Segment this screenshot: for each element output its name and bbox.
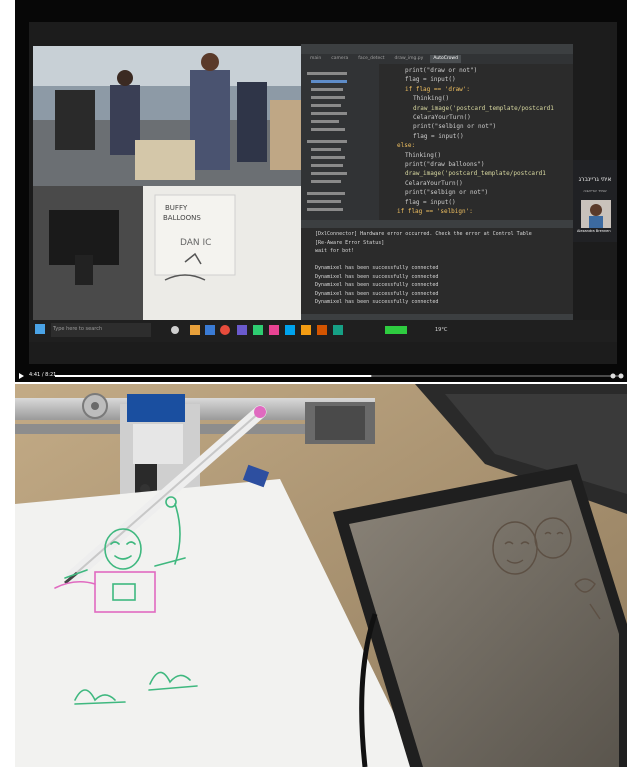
windows-taskbar [29, 320, 617, 342]
ide-tab[interactable]: face_detect [355, 55, 387, 63]
gear-icon[interactable] [618, 373, 624, 379]
taskbar-search-placeholder: Type here to search [53, 326, 103, 332]
code-line: draw_image('postcard_template/postcard1 [405, 170, 546, 178]
console-line: Dynamixel has been successfully connecte… [315, 273, 439, 280]
participant-subtitle: אמיר אריאבה [583, 188, 607, 193]
video-feed-robot: BUFFY BALLOONS DAN IC [33, 186, 301, 320]
console-line: [DxlConnector] Hardware error occurred. … [315, 231, 532, 237]
whiteboard-text-2: BALLOONS [163, 214, 201, 222]
code-line: flag = input() [405, 198, 456, 206]
progress-fill [55, 375, 372, 377]
volume-icon[interactable] [610, 373, 616, 379]
robot-scene [15, 384, 627, 767]
console-line: wait for bot! [315, 248, 355, 254]
console-line: Dynamixel has been successfully connecte… [315, 290, 439, 297]
ide-tab[interactable]: draw_img.py [391, 55, 426, 63]
whiteboard-text-3: DAN IC [180, 238, 211, 248]
robot-scene-svg [15, 384, 627, 767]
whiteboard-text-1: BUFFY [165, 204, 188, 212]
photo: BUFFY BALLOONS DAN IC main camera face_d… [0, 0, 633, 767]
ide-tab[interactable]: main [307, 55, 324, 63]
console-line: Dynamixel has been successfully connecte… [315, 282, 439, 288]
code-line: print("selbign or not") [405, 189, 489, 197]
ide-tab[interactable]: AutoCrowd [430, 55, 461, 63]
code-line: print("draw or not") [405, 67, 478, 74]
console-line: Dynamixel has been successfully connecte… [315, 299, 439, 305]
code-line: print("draw balloons") [405, 161, 485, 169]
code-line: if flag == 'selbign': [397, 208, 473, 216]
code-line: Thinking() [413, 95, 450, 103]
participant-tile-name: Alexandra Brennen [577, 229, 611, 233]
code-line: flag = input() [405, 76, 456, 84]
ide-tab[interactable]: camera [328, 55, 351, 63]
code-line: CelaraYourTurn() [413, 114, 471, 122]
video-time: 4:41 / 8:21 [29, 372, 57, 378]
code-line: CelaraYourTurn() [405, 179, 463, 187]
console-line: [Re-Aware Error Status] [315, 239, 385, 246]
monitor-screen: BUFFY BALLOONS DAN IC main camera face_d… [15, 0, 627, 382]
code-line: draw_image('postcard_template/postcard1 [413, 104, 554, 112]
code-line: Thinking() [405, 151, 442, 159]
windows-start-icon[interactable] [35, 324, 45, 334]
code-line: if flag == 'draw': [405, 85, 471, 93]
participant-name-heading: איתי גריינברג [578, 176, 612, 183]
console-line: Dynamixel has been successfully connecte… [315, 265, 439, 271]
taskbar-temperature: 19°C [435, 327, 448, 333]
run-console: [DxlConnector] Hardware error occurred. … [315, 230, 571, 312]
code-line: flag = input() [413, 132, 464, 140]
video-feed-hall [33, 46, 301, 186]
code-line: else: [397, 142, 416, 150]
ide-tab-bar: main camera face_detect draw_img.py AutoCrow… [307, 55, 571, 63]
code-editor[interactable]: print("draw or not") flag = input() if fla… [381, 66, 571, 218]
code-line: print("selbign or not") [413, 123, 497, 131]
